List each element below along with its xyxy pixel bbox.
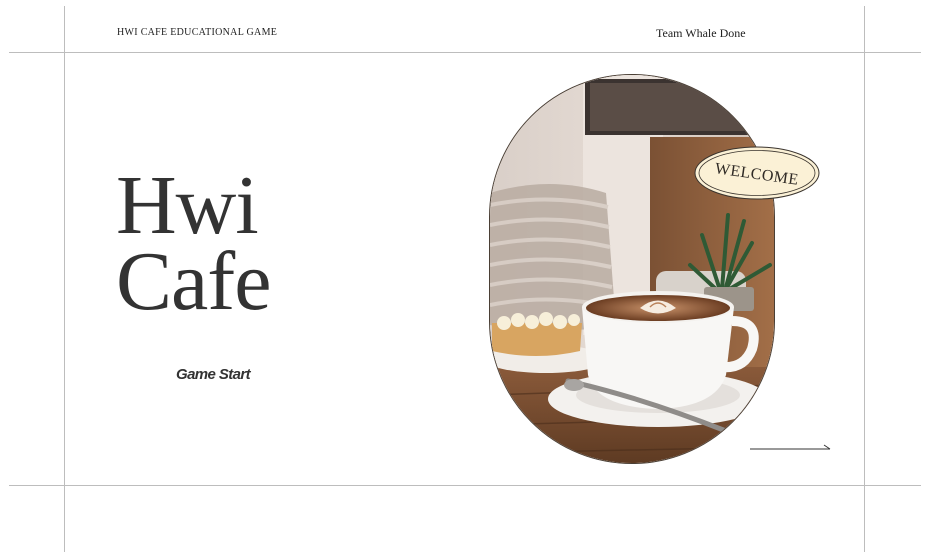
grid-line-top: [9, 52, 921, 53]
welcome-badge: WELCOME: [694, 146, 820, 200]
grid-line-right: [864, 6, 865, 552]
title-line-1: Hwi: [116, 159, 259, 252]
grid-line-bottom: [9, 485, 921, 486]
arrow-right-icon[interactable]: [750, 443, 832, 455]
game-start-button[interactable]: Game Start: [176, 366, 251, 383]
cafe-photo: [489, 74, 775, 464]
page-title: Hwi Cafe: [116, 159, 272, 328]
header-team-label: Team Whale Done: [656, 26, 746, 40]
title-line-2: Cafe: [116, 235, 272, 328]
coffee-scene-illustration: [490, 75, 774, 463]
grid-line-left: [64, 6, 65, 552]
header-game-label: HWI CAFE EDUCATIONAL GAME: [117, 27, 278, 38]
